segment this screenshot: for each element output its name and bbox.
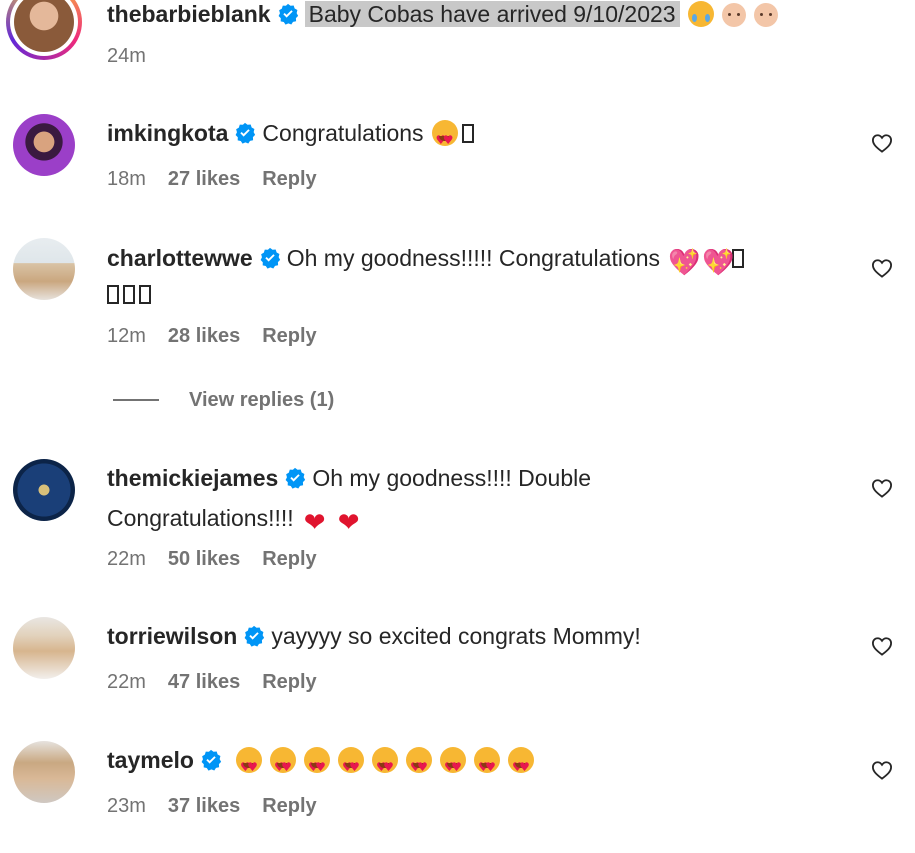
sparkling-heart-icon: 💖: [668, 248, 701, 278]
view-replies-label: View replies (1): [189, 389, 335, 411]
caption-meta: 24m: [107, 45, 168, 68]
missing-glyph-icon: [123, 285, 135, 304]
missing-glyph-icon: [139, 285, 151, 304]
comment-line: themickiejames Oh my goodness!!!! Double C…: [107, 460, 667, 540]
heart-eyes-emoji-icon: [235, 747, 262, 785]
likes-count[interactable]: 50 likes: [168, 548, 240, 570]
like-heart-icon[interactable]: [871, 258, 893, 278]
like-heart-icon[interactable]: [871, 478, 893, 498]
verified-badge-icon: [277, 3, 299, 25]
heart-eyes-emoji-icon: [337, 747, 364, 785]
comment-meta: 18m 27 likes Reply: [107, 168, 339, 191]
heart-eyes-emoji-icon: [371, 747, 398, 785]
comment-meta: 12m 28 likes Reply: [107, 325, 339, 348]
comment-text: yayyyy so excited congrats Mommy!: [271, 623, 641, 649]
likes-count[interactable]: 27 likes: [168, 168, 240, 190]
heart-eyes-emoji-icon: [473, 747, 500, 785]
username-imkingkota[interactable]: imkingkota: [107, 120, 228, 146]
comment-time: 18m: [107, 168, 146, 190]
username-charlottewwe[interactable]: charlottewwe: [107, 245, 253, 271]
heart-eyes-emoji-icon: [405, 747, 432, 785]
comment-time: 22m: [107, 548, 146, 570]
comment-text: Oh my goodness!!!! Double: [312, 465, 592, 491]
comment-text: Oh my goodness!!!!! Congratulations: [286, 245, 661, 271]
username-themickiejames[interactable]: themickiejames: [107, 465, 278, 491]
sparkling-heart-icon: 💖: [702, 248, 735, 278]
comment-meta: 22m 50 likes Reply: [107, 548, 339, 571]
reply-button[interactable]: Reply: [262, 325, 316, 347]
caption-line: thebarbieblank Baby Cobas have arrived 9/…: [107, 0, 825, 36]
heart-eyes-emoji-icon: [303, 747, 330, 785]
verified-badge-icon: [284, 467, 306, 489]
comment-time: 23m: [107, 795, 146, 817]
verified-badge-icon: [200, 749, 222, 771]
missing-glyph-icon: [461, 124, 474, 143]
red-heart-icon: ❤: [303, 508, 326, 538]
like-heart-icon[interactable]: [871, 636, 893, 656]
heart-eyes-emoji-icon: [269, 747, 296, 785]
red-heart-icon: ❤: [337, 508, 360, 538]
like-heart-icon[interactable]: [871, 760, 893, 780]
comment-line: taymelo: [107, 742, 825, 785]
heart-eyes-emoji-icon: [439, 747, 466, 785]
avatar-themickiejames[interactable]: [13, 459, 75, 521]
reply-button[interactable]: Reply: [262, 671, 316, 693]
avatar-charlottewwe[interactable]: [13, 238, 75, 300]
likes-count[interactable]: 28 likes: [168, 325, 240, 347]
comment-line: charlottewwe Oh my goodness!!!!! Congratu…: [107, 240, 837, 316]
verified-badge-icon: [234, 122, 256, 144]
reply-button[interactable]: Reply: [262, 795, 316, 817]
heart-eyes-emoji-icon: [507, 747, 534, 785]
comment-line: imkingkota Congratulations: [107, 115, 825, 158]
heart-eyes-emoji-icon: [431, 120, 458, 158]
username-torriewilson[interactable]: torriewilson: [107, 623, 237, 649]
caption-time: 24m: [107, 45, 146, 67]
comment-text-line-2: Congratulations!!!!: [107, 505, 294, 531]
username-taymelo[interactable]: taymelo: [107, 747, 194, 773]
comment-text: Congratulations: [262, 120, 424, 146]
comment-line: torriewilson yayyyy so excited congrats M…: [107, 618, 825, 658]
view-replies-button[interactable]: View replies (1): [113, 389, 334, 412]
likes-count[interactable]: 47 likes: [168, 671, 240, 693]
avatar-imkingkota[interactable]: [13, 114, 75, 176]
comment-time: 22m: [107, 671, 146, 693]
verified-badge-icon: [243, 625, 265, 647]
reply-button[interactable]: Reply: [262, 548, 316, 570]
comment-time: 12m: [107, 325, 146, 347]
reply-button[interactable]: Reply: [262, 168, 316, 190]
avatar-taymelo[interactable]: [13, 741, 75, 803]
avatar-torriewilson[interactable]: [13, 617, 75, 679]
caption-text: Baby Cobas have arrived 9/10/2023: [304, 1, 680, 27]
comment-meta: 22m 47 likes Reply: [107, 671, 339, 694]
missing-glyph-icon: [107, 285, 119, 304]
like-heart-icon[interactable]: [871, 133, 893, 153]
replies-divider: [113, 399, 159, 401]
avatar-thebarbieblank[interactable]: [6, 0, 82, 60]
username-thebarbieblank[interactable]: thebarbieblank: [107, 1, 271, 27]
comment-meta: 23m 37 likes Reply: [107, 795, 339, 818]
likes-count[interactable]: 37 likes: [168, 795, 240, 817]
verified-badge-icon: [259, 247, 281, 269]
baby-icon: [753, 3, 778, 27]
baby-icon: [721, 3, 746, 27]
crying-face-icon: [687, 1, 714, 27]
